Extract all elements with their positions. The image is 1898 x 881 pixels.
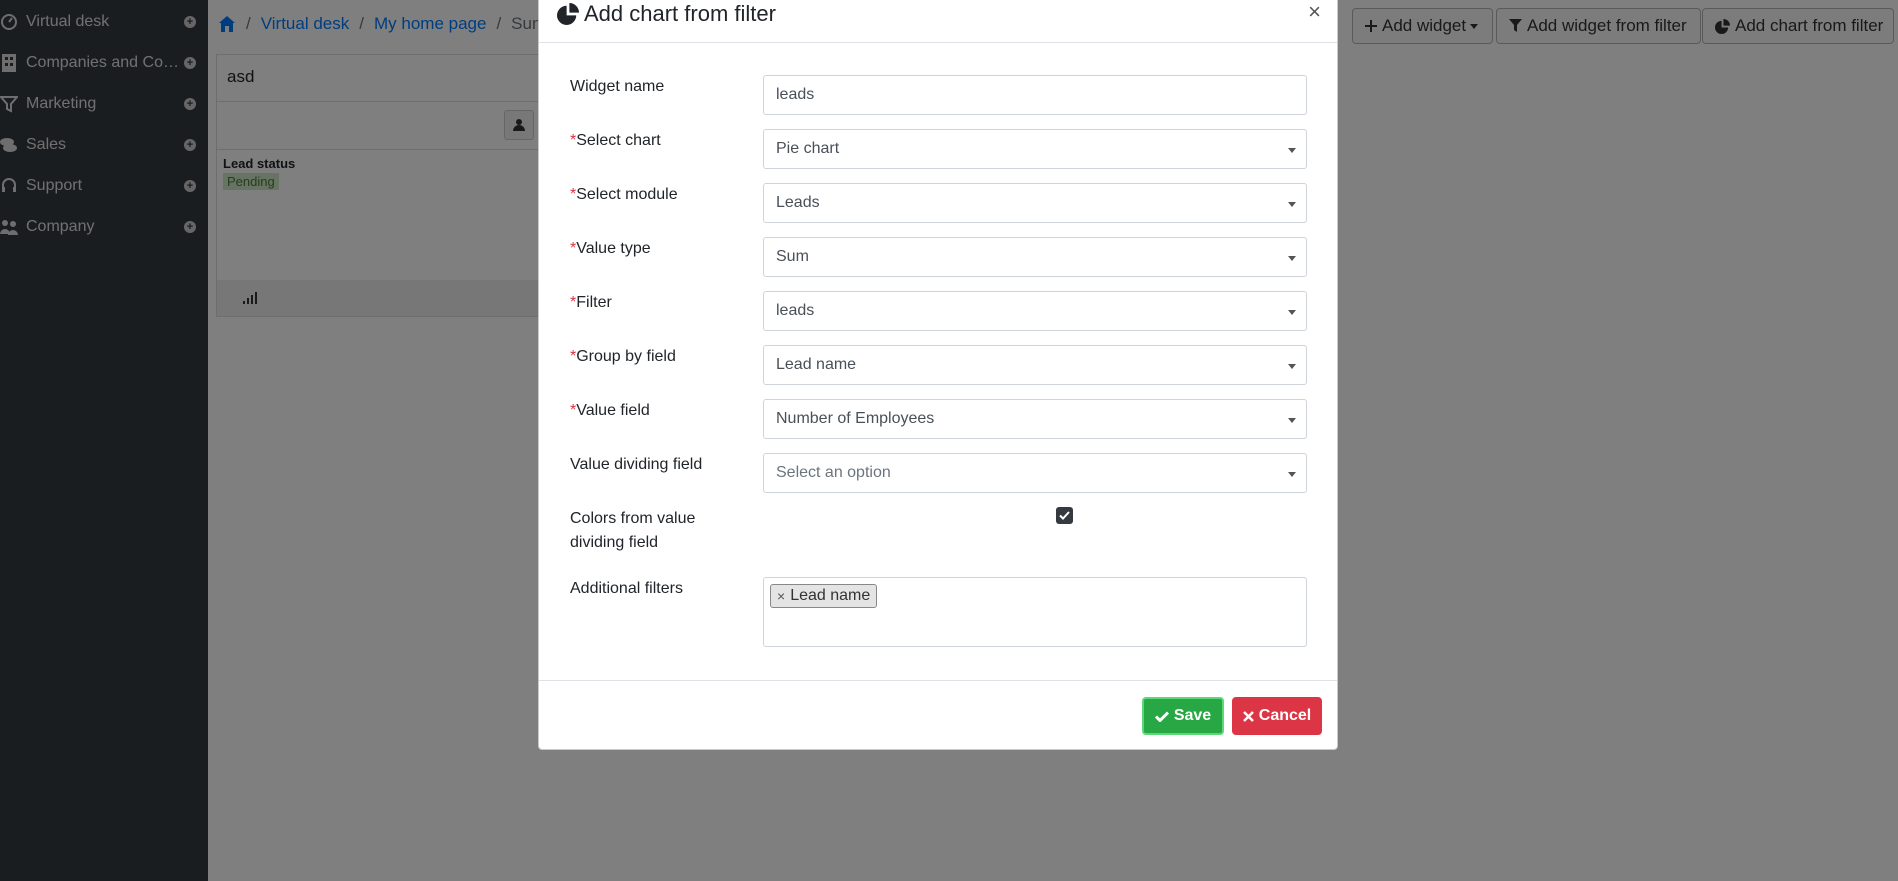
filter-label: *Filter: [570, 294, 612, 311]
filter-dropdown[interactable]: leads: [763, 291, 1307, 331]
times-icon: [1242, 710, 1254, 722]
value-type-dropdown[interactable]: Sum: [763, 237, 1307, 277]
additional-filters-label: Additional filters: [570, 580, 683, 597]
pie-chart-icon: [557, 3, 579, 25]
cancel-button[interactable]: Cancel: [1232, 697, 1322, 735]
chevron-down-icon: [1288, 418, 1296, 423]
colors-dividing-label: Colors from value dividing field: [570, 510, 696, 551]
value-type-label: *Value type: [570, 240, 651, 257]
modal-footer: Save Cancel: [539, 680, 1337, 750]
modal-title-text: Add chart from filter: [584, 1, 776, 26]
chevron-down-icon: [1288, 148, 1296, 153]
close-icon[interactable]: ×: [1308, 0, 1321, 25]
chevron-down-icon: [1288, 472, 1296, 477]
group-by-label: *Group by field: [570, 348, 676, 365]
check-icon: [1154, 710, 1169, 722]
modal-title: Add chart from filter: [557, 1, 776, 27]
chevron-down-icon: [1288, 256, 1296, 261]
checkmark-icon: [1059, 511, 1070, 520]
select-module-label: *Select module: [570, 186, 678, 203]
group-by-dropdown[interactable]: Lead name: [763, 345, 1307, 385]
save-button[interactable]: Save: [1142, 697, 1224, 735]
filter-tag: × Lead name: [770, 584, 878, 608]
additional-filters-input[interactable]: × Lead name: [763, 577, 1307, 647]
select-module-dropdown[interactable]: Leads: [763, 183, 1307, 223]
widget-name-input[interactable]: leads: [763, 75, 1307, 115]
chevron-down-icon: [1288, 202, 1296, 207]
remove-tag-icon[interactable]: ×: [777, 588, 785, 604]
add-chart-modal: Add chart from filter × Widget name lead…: [538, 0, 1338, 750]
colors-dividing-checkbox[interactable]: [1056, 507, 1073, 524]
value-dividing-dropdown[interactable]: Select an option: [763, 453, 1307, 493]
widget-name-label: Widget name: [570, 78, 665, 95]
value-field-dropdown[interactable]: Number of Employees: [763, 399, 1307, 439]
colors-dividing-row: Colors from value dividing field: [570, 507, 1310, 557]
value-field-label: *Value field: [570, 402, 650, 419]
select-chart-dropdown[interactable]: Pie chart: [763, 129, 1307, 169]
chevron-down-icon: [1288, 364, 1296, 369]
select-chart-label: *Select chart: [570, 132, 661, 149]
modal-header: Add chart from filter ×: [539, 0, 1337, 43]
chevron-down-icon: [1288, 310, 1296, 315]
value-dividing-label: Value dividing field: [570, 456, 703, 473]
